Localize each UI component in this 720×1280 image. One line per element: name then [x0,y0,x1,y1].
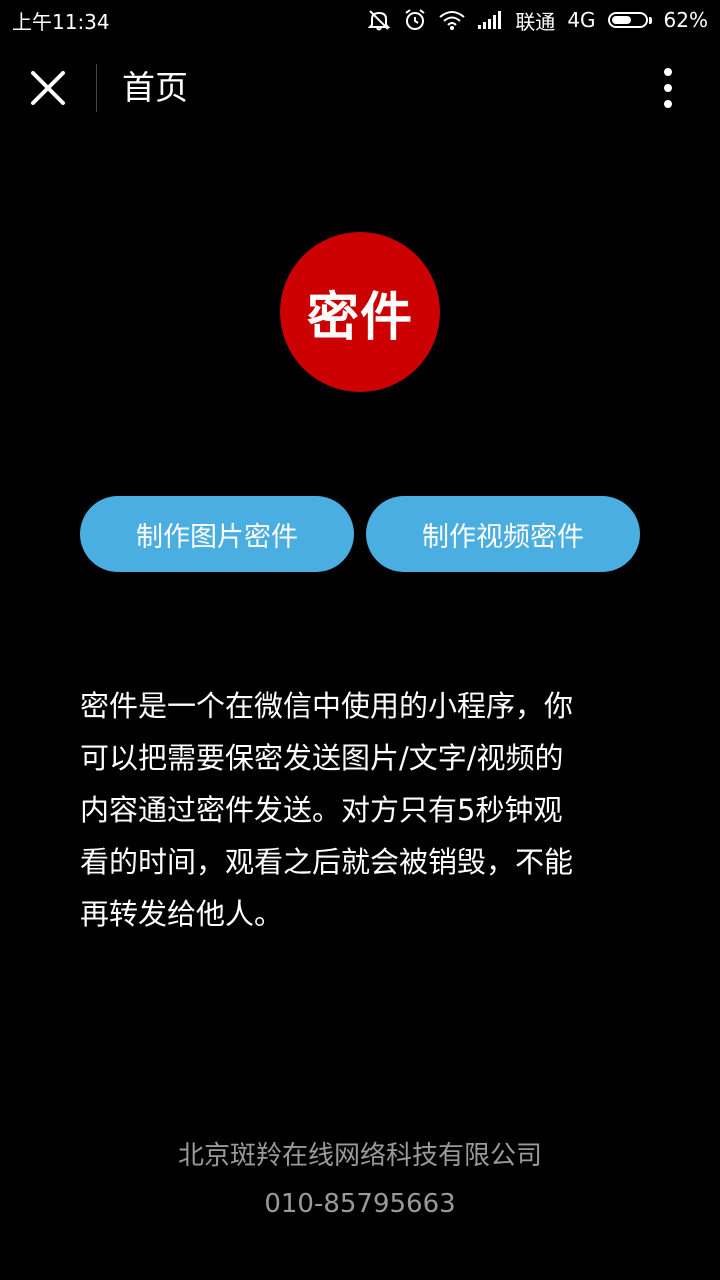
make-video-button[interactable]: 制作视频密件 [366,496,640,572]
make-image-button[interactable]: 制作图片密件 [80,496,354,572]
footer-company: 北京斑羚在线网络科技有限公司 [177,1141,542,1171]
nav-divider [96,64,97,112]
battery-body [607,12,648,28]
description-line: 密件是一个在微信中使用的小程序，你 [80,689,574,723]
screen: 上午11:34 联通 4G 62% 首页 密件 制作图片密件 制作视频密件 密件… [0,0,720,1280]
mute-icon [367,9,391,31]
description: 密件是一个在微信中使用的小程序，你 可以把需要保密发送图片/文字/视频的 内容通… [80,680,640,940]
more-button[interactable] [636,56,700,120]
nav-bar: 首页 [0,40,720,136]
status-carrier: 联通 [515,9,556,34]
page-title: 首页 [122,68,188,107]
battery-percent: 62% [663,8,708,32]
wifi-icon [439,10,465,30]
description-line: 看的时间，观看之后就会被销毁，不能 [80,845,574,879]
battery-icon [607,12,652,28]
description-line: 内容通过密件发送。对方只有5秒钟观 [80,793,563,827]
footer-phone: 010-85795663 [264,1189,456,1219]
more-vertical-icon [664,68,672,108]
status-time: 上午11:34 [12,9,110,34]
app-logo: 密件 [280,232,440,392]
close-icon [31,71,65,105]
status-left: 上午11:34 [12,6,110,35]
status-network: 4G [567,8,596,32]
description-line: 可以把需要保密发送图片/文字/视频的 [80,741,564,775]
alarm-icon [403,8,427,32]
status-right: 联通 4G 62% [367,6,708,35]
status-bar: 上午11:34 联通 4G 62% [0,0,720,40]
signal-icon [477,10,503,30]
description-line: 再转发给他人。 [80,897,284,931]
logo-text: 密件 [306,287,413,348]
battery-cap [648,16,652,24]
battery-fill [611,16,632,24]
close-button[interactable] [20,56,76,120]
